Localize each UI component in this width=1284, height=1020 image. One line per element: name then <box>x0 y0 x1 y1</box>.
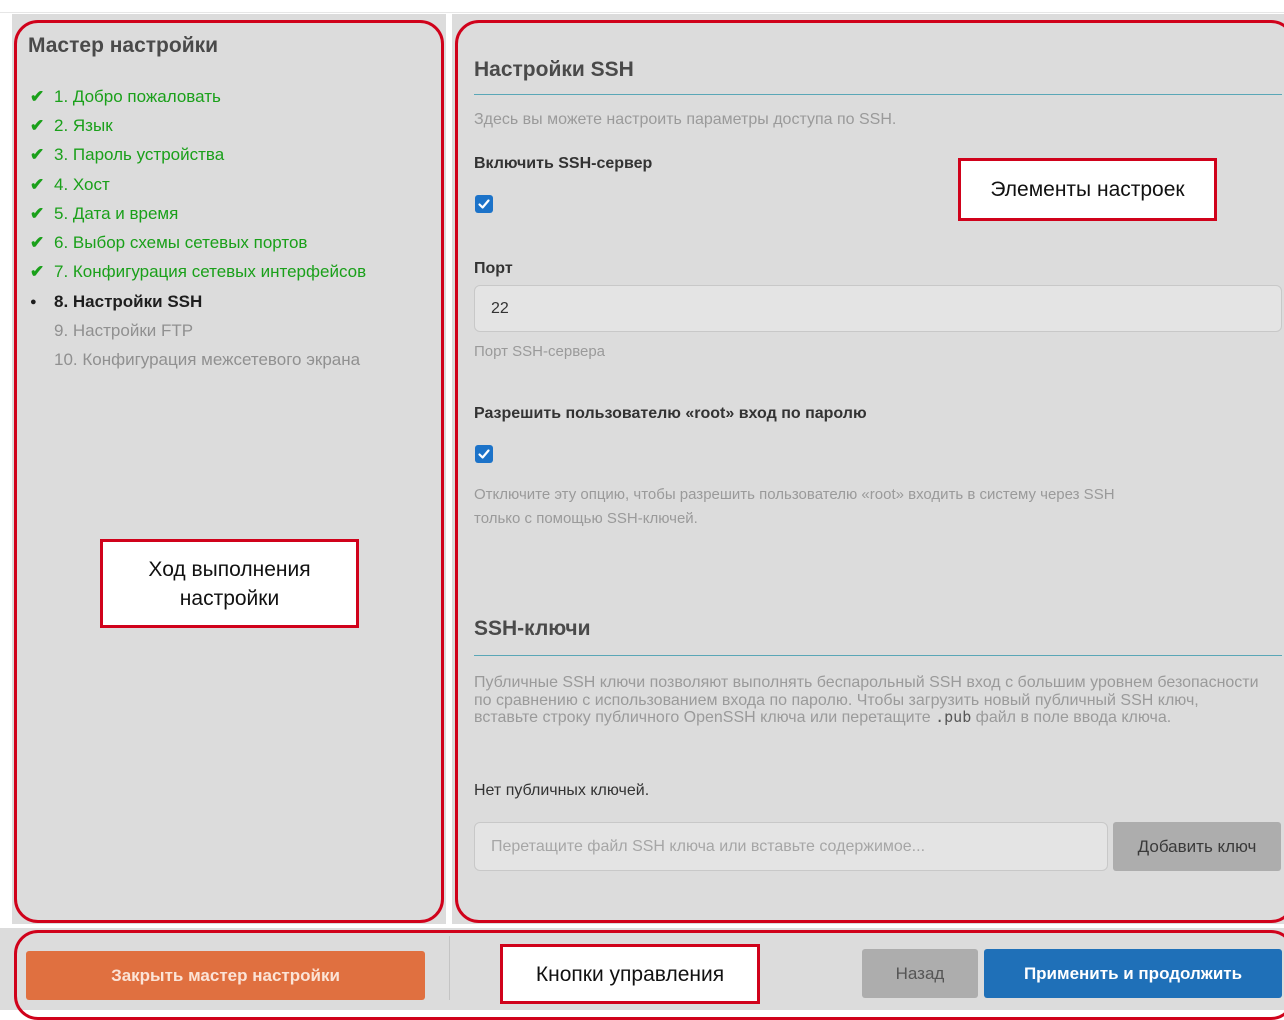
port-input[interactable]: 22 <box>474 285 1282 332</box>
wizard-step-10: 10. Конфигурация межсетевого экрана <box>30 346 366 375</box>
ssh-key-input[interactable]: Перетащите файл SSH ключа или вставьте с… <box>474 822 1108 871</box>
current-step-bullet-icon: ● <box>30 295 37 308</box>
wizard-step-7: ✔ 7. Конфигурация сетевых интерфейсов <box>30 258 366 287</box>
footer-divider <box>449 936 450 1000</box>
wizard-step-label: 2. Язык <box>54 115 113 135</box>
checkmark-icon: ✔ <box>30 174 45 194</box>
controls-callout: Кнопки управления <box>500 944 760 1004</box>
settings-callout: Элементы настроек <box>958 158 1217 221</box>
wizard-step-label: 5. Дата и время <box>54 203 179 223</box>
checkmark-icon: ✔ <box>30 145 45 165</box>
checkmark-icon: ✔ <box>30 86 45 106</box>
checkmark-icon: ✔ <box>30 115 45 135</box>
port-label: Порт <box>474 260 513 277</box>
wizard-step-label: 10. Конфигурация межсетевого экрана <box>54 350 361 370</box>
wizard-step-label: 1. Добро пожаловать <box>54 86 221 106</box>
ssh-keys-title: SSH-ключи <box>474 617 591 640</box>
root-login-hint-line1: Отключите эту опцию, чтобы разрешить пол… <box>474 486 1115 503</box>
enable-ssh-checkbox[interactable] <box>475 195 493 213</box>
checkmark-icon: ✔ <box>30 262 45 282</box>
apply-continue-button[interactable]: Применить и продолжить <box>984 949 1282 998</box>
back-button[interactable]: Назад <box>862 949 978 998</box>
wizard-step-label: 4. Хост <box>54 174 110 194</box>
ssh-keys-text-2: файл в поле ввода ключа. <box>971 709 1172 726</box>
root-login-checkbox[interactable] <box>475 445 493 463</box>
progress-callout: Ход выполнения настройки <box>100 539 359 628</box>
root-login-hint: Отключите эту опцию, чтобы разрешить пол… <box>474 483 1115 531</box>
ssh-description: Здесь вы можете настроить параметры дост… <box>474 111 897 128</box>
wizard-step-label: 8. Настройки SSH <box>54 291 203 311</box>
section-divider <box>474 94 1282 95</box>
wizard-step-9: 9. Настройки FTP <box>30 316 366 345</box>
wizard-step-label: 9. Настройки FTP <box>54 321 194 341</box>
wizard-step-2: ✔ 2. Язык <box>30 111 366 140</box>
wizard-step-label: 7. Конфигурация сетевых интерфейсов <box>54 262 367 282</box>
progress-callout-text: Ход выполнения настройки <box>148 557 311 610</box>
wizard-steps-list: ✔ 1. Добро пожаловать ✔ 2. Язык ✔ 3. Пароль у… <box>30 82 366 375</box>
ssh-settings-title: Настройки SSH <box>474 58 634 81</box>
wizard-step-5: ✔ 5. Дата и время <box>30 199 366 228</box>
enable-ssh-label: Включить SSH-сервер <box>474 155 653 172</box>
add-key-button[interactable]: Добавить ключ <box>1113 822 1281 871</box>
section-divider <box>474 655 1282 656</box>
checkmark-icon: ✔ <box>30 203 45 223</box>
checkmark-icon: ✔ <box>30 233 45 253</box>
port-hint: Порт SSH-сервера <box>474 343 606 360</box>
wizard-step-6: ✔ 6. Выбор схемы сетевых портов <box>30 228 366 257</box>
close-wizard-button[interactable]: Закрыть мастер настройки <box>26 951 425 1000</box>
wizard-step-1: ✔ 1. Добро пожаловать <box>30 82 366 111</box>
no-keys-text: Нет публичных ключей. <box>474 782 650 799</box>
wizard-step-label: 3. Пароль устройства <box>54 145 225 165</box>
sidebar-title: Мастер настройки <box>28 34 219 57</box>
check-icon <box>478 449 490 459</box>
top-bar <box>0 0 1284 13</box>
pub-extension: .pub <box>935 708 972 726</box>
check-icon <box>478 199 490 209</box>
root-login-label: Разрешить пользователю «root» вход по па… <box>474 405 867 422</box>
wizard-step-4: ✔ 4. Хост <box>30 170 366 199</box>
root-login-hint-line2: только с помощью SSH-ключей. <box>474 510 698 527</box>
wizard-step-8: ● 8. Настройки SSH <box>30 287 366 316</box>
wizard-step-3: ✔ 3. Пароль устройства <box>30 141 366 170</box>
ssh-keys-description: Публичные SSH ключи позволяют выполнять … <box>474 674 1264 727</box>
wizard-step-label: 6. Выбор схемы сетевых портов <box>54 233 308 253</box>
